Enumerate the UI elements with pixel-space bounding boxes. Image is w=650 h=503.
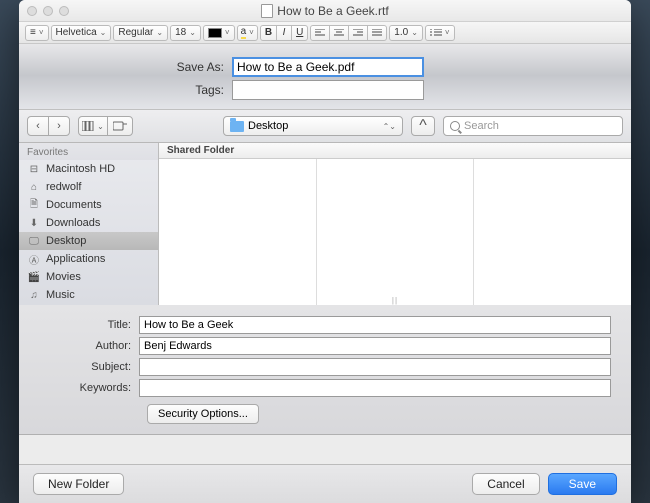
styles-menu[interactable]: ≡˅ xyxy=(25,25,49,41)
chevron-updown-icon: ⌃⌄ xyxy=(383,122,396,131)
drive-icon: ⊟ xyxy=(27,163,41,175)
view-mode-button[interactable]: ⌄ xyxy=(78,116,108,136)
save-dialog-sheet: Save As: Tags: ‹ › ⌄ Desktop ⌃⌄ ^ xyxy=(19,44,631,435)
meta-author-label: Author: xyxy=(39,340,139,352)
text-color-button[interactable]: ˅ xyxy=(203,25,235,41)
column-view[interactable]: Shared Folder || xyxy=(159,143,631,305)
sidebar-item-movies[interactable]: 🎬 Movies xyxy=(19,268,158,286)
bold-button[interactable]: B xyxy=(260,25,277,41)
sidebar-item-music[interactable]: ♫ Music xyxy=(19,286,158,304)
meta-keywords-input[interactable] xyxy=(139,379,611,397)
sidebar-item-label: Movies xyxy=(46,271,81,283)
save-as-label: Save As: xyxy=(19,60,232,74)
sidebar-favorites-header: Favorites xyxy=(19,143,158,160)
column-2[interactable] xyxy=(317,159,475,305)
window-title: How to Be a Geek.rtf xyxy=(19,4,631,18)
meta-title-label: Title: xyxy=(39,319,139,331)
search-placeholder: Search xyxy=(464,120,499,132)
home-icon: ⌂ xyxy=(27,181,41,193)
desktop-icon: 🖵 xyxy=(27,235,41,247)
sidebar-item-applications[interactable]: Ⓐ Applications xyxy=(19,250,158,268)
security-options-button[interactable]: Security Options... xyxy=(147,404,259,424)
tags-input[interactable] xyxy=(232,80,424,100)
meta-subject-label: Subject: xyxy=(39,361,139,373)
sidebar-item-label: Downloads xyxy=(46,217,100,229)
cancel-button[interactable]: Cancel xyxy=(472,473,539,495)
back-button[interactable]: ‹ xyxy=(27,116,49,136)
meta-title-input[interactable] xyxy=(139,316,611,334)
sidebar-item-label: Applications xyxy=(46,253,105,265)
column-1[interactable] xyxy=(159,159,317,305)
line-spacing-select[interactable]: 1.0⌄ xyxy=(389,25,423,41)
music-icon: ♫ xyxy=(27,289,41,301)
underline-button[interactable]: U xyxy=(291,25,308,41)
sidebar-item-macintosh-hd[interactable]: ⊟ Macintosh HD xyxy=(19,160,158,178)
view-mode-group: ⌄ xyxy=(78,116,133,136)
sidebar-item-pictures[interactable]: 📷Pictures xyxy=(19,304,158,305)
sidebar-item-documents[interactable]: 🗎 Documents xyxy=(19,196,158,214)
align-center-button[interactable] xyxy=(329,25,349,41)
save-as-input[interactable] xyxy=(232,57,424,77)
file-browser: Favorites ⊟ Macintosh HD ⌂ redwolf 🗎 Document… xyxy=(19,143,631,305)
folder-icon xyxy=(230,121,244,132)
sidebar-item-label: Music xyxy=(46,289,75,301)
window-titlebar[interactable]: How to Be a Geek.rtf xyxy=(19,0,631,22)
nav-back-forward: ‹ › xyxy=(27,116,70,136)
meta-keywords-label: Keywords: xyxy=(39,382,139,394)
lists-button[interactable]: ˅ xyxy=(425,25,455,41)
align-left-button[interactable] xyxy=(310,25,330,41)
sidebar-item-desktop[interactable]: 🖵 Desktop xyxy=(19,232,158,250)
align-right-button[interactable] xyxy=(348,25,368,41)
font-family-select[interactable]: Helvetica⌄ xyxy=(51,25,112,41)
resize-handle[interactable]: || xyxy=(159,295,631,305)
column-3[interactable] xyxy=(474,159,631,305)
new-folder-button[interactable]: New Folder xyxy=(33,473,124,495)
location-label: Desktop xyxy=(248,120,379,132)
sidebar-item-downloads[interactable]: ⬇ Downloads xyxy=(19,214,158,232)
alignment-group xyxy=(310,25,387,41)
meta-author-input[interactable] xyxy=(139,337,611,355)
font-size-select[interactable]: 18⌄ xyxy=(170,25,201,41)
sidebar-item-redwolf[interactable]: ⌂ redwolf xyxy=(19,178,158,196)
applications-icon: Ⓐ xyxy=(27,253,41,265)
italic-button[interactable]: I xyxy=(276,25,292,41)
font-style-select[interactable]: Regular⌄ xyxy=(113,25,168,41)
sidebar-item-label: redwolf xyxy=(46,181,81,193)
collapse-button[interactable]: ^ xyxy=(411,116,435,136)
highlight-color-button[interactable]: a˅ xyxy=(237,25,258,41)
font-style-group: B I U xyxy=(260,25,308,41)
dialog-footer: New Folder Cancel Save xyxy=(19,464,631,503)
format-toolbar: ≡˅ Helvetica⌄ Regular⌄ 18⌄ ˅ a˅ B I U 1.… xyxy=(19,22,631,44)
location-popup[interactable]: Desktop ⌃⌄ xyxy=(223,116,403,136)
group-button[interactable] xyxy=(107,116,133,136)
document-icon xyxy=(261,4,273,18)
sidebar-item-label: Documents xyxy=(46,199,102,211)
align-justify-button[interactable] xyxy=(367,25,387,41)
textedit-window: How to Be a Geek.rtf ≡˅ Helvetica⌄ Regul… xyxy=(19,0,631,503)
search-icon xyxy=(450,121,460,131)
pdf-metadata-panel: Title: Author: Subject: Keywords: Securi… xyxy=(19,305,631,434)
search-field[interactable]: Search xyxy=(443,116,623,136)
forward-button[interactable]: › xyxy=(48,116,70,136)
sidebar-item-label: Desktop xyxy=(46,235,86,247)
movies-icon: 🎬 xyxy=(27,271,41,283)
column-header: Shared Folder xyxy=(159,143,631,159)
documents-icon: 🗎 xyxy=(27,199,41,211)
downloads-icon: ⬇ xyxy=(27,217,41,229)
sidebar-item-label: Macintosh HD xyxy=(46,163,115,175)
meta-subject-input[interactable] xyxy=(139,358,611,376)
sidebar: Favorites ⊟ Macintosh HD ⌂ redwolf 🗎 Document… xyxy=(19,143,159,305)
save-button[interactable]: Save xyxy=(548,473,617,495)
tags-label: Tags: xyxy=(19,83,232,97)
window-title-text: How to Be a Geek.rtf xyxy=(277,4,388,18)
location-nav-row: ‹ › ⌄ Desktop ⌃⌄ ^ Search xyxy=(19,109,631,143)
